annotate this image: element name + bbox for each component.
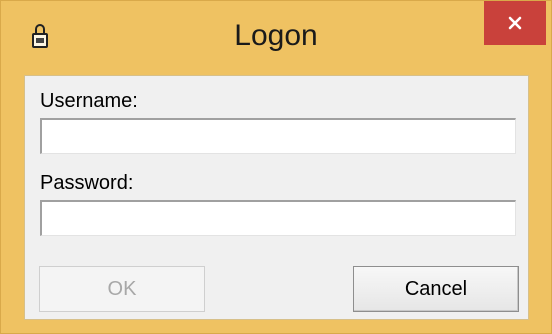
dialog-body: Username: Password: OK Cancel xyxy=(24,75,529,320)
username-label: Username: xyxy=(40,90,138,112)
password-label: Password: xyxy=(40,172,134,194)
password-field[interactable] xyxy=(40,200,516,236)
window-title: Logon xyxy=(234,19,318,52)
ok-button[interactable]: OK xyxy=(39,266,205,312)
username-field[interactable] xyxy=(40,118,516,154)
close-button[interactable] xyxy=(484,1,546,45)
title-bar[interactable]: Logon xyxy=(1,1,551,75)
cancel-button[interactable]: Cancel xyxy=(353,266,519,312)
logon-dialog: Logon Username: Password: OK Cancel xyxy=(0,0,552,334)
close-icon xyxy=(507,15,523,31)
